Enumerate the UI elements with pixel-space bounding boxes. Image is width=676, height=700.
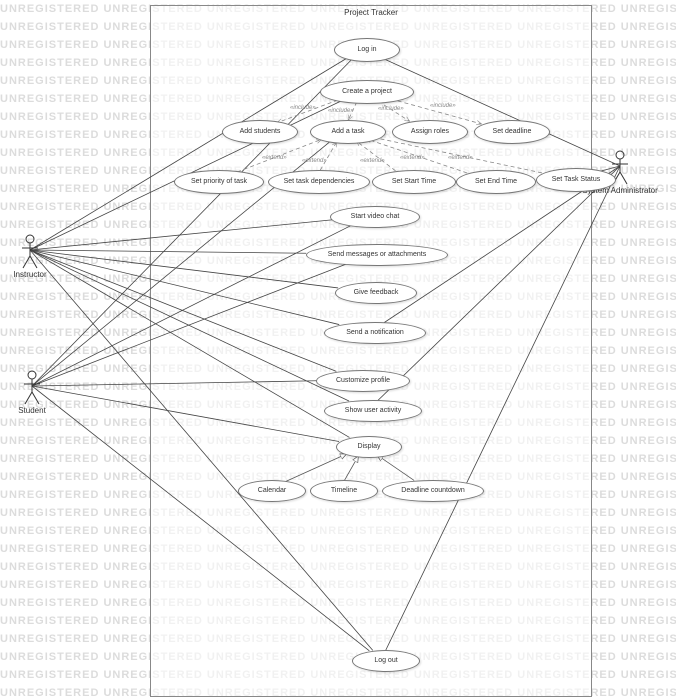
- usecase-add-students: Add students: [222, 120, 298, 144]
- actor-instructor-label: Instructor: [13, 270, 46, 279]
- stereotype-extend: «extend»: [360, 158, 385, 164]
- actor-instructor: [20, 234, 40, 270]
- usecase-set-start-time: Set Start Time: [372, 170, 456, 194]
- usecase-deadline-countdown: Deadline countdown: [382, 480, 484, 502]
- usecase-calendar: Calendar: [238, 480, 306, 502]
- stereotype-extend: «extend»: [302, 158, 327, 164]
- person-icon: [20, 234, 40, 270]
- stereotype-extend: «extend»: [262, 155, 287, 161]
- usecase-show-user-activity: Show user activity: [324, 400, 422, 422]
- stereotype-include: «include»: [430, 103, 456, 109]
- stereotype-include: «include»: [328, 108, 354, 114]
- person-icon: [22, 370, 42, 406]
- usecase-assign-roles: Assign roles: [392, 120, 468, 144]
- stereotype-include: «include»: [290, 105, 316, 111]
- usecase-give-feedback: Give feedback: [335, 282, 417, 304]
- usecase-display: Display: [336, 436, 402, 458]
- usecase-create-project: Create a project: [320, 80, 414, 104]
- usecase-set-priority: Set priority of task: [174, 170, 264, 194]
- stereotype-include: «include»: [378, 106, 404, 112]
- usecase-set-end-time: Set End Time: [456, 170, 536, 194]
- stereotype-extend: «extend»: [400, 155, 425, 161]
- usecase-timeline: Timeline: [310, 480, 378, 502]
- usecase-send-messages: Send messages or attachments: [306, 244, 448, 266]
- usecase-start-video-chat: Start video chat: [330, 206, 420, 228]
- system-title: Project Tracker: [344, 8, 398, 17]
- usecase-customize-profile: Customize profile: [316, 370, 410, 392]
- usecase-add-task: Add a task: [310, 120, 386, 144]
- actor-student: [22, 370, 42, 406]
- usecase-set-task-status: Set Task Status: [536, 168, 616, 192]
- usecase-set-dependencies: Set task dependencies: [268, 170, 370, 194]
- usecase-log-out: Log out: [352, 650, 420, 672]
- actor-student-label: Student: [18, 406, 46, 415]
- usecase-send-notification: Send a notification: [324, 322, 426, 344]
- stereotype-extend: «extend»: [448, 155, 473, 161]
- usecase-log-in: Log in: [334, 38, 400, 62]
- usecase-set-deadline: Set deadline: [474, 120, 550, 144]
- system-boundary: Project Tracker: [150, 5, 592, 697]
